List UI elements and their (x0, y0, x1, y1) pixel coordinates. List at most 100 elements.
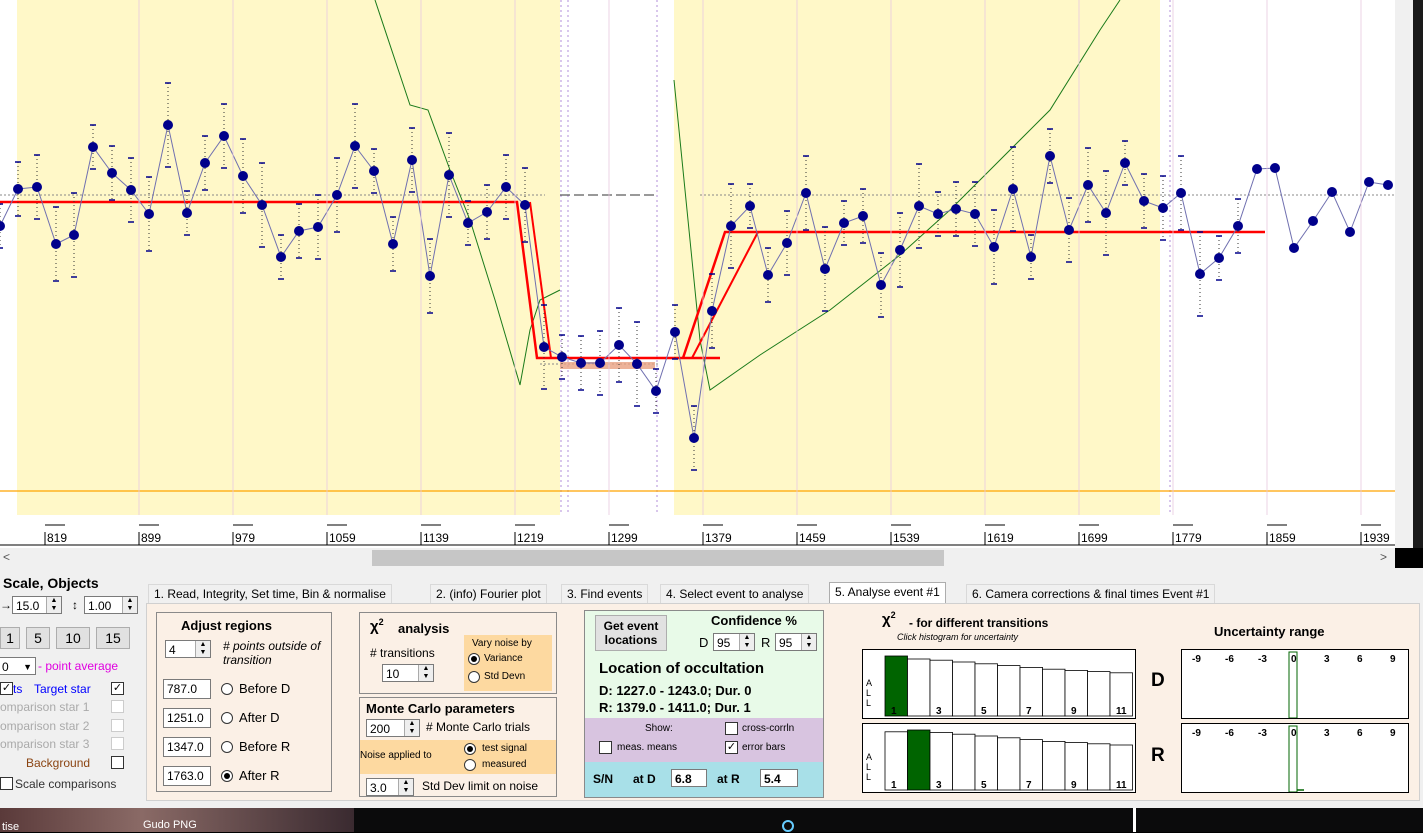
uncertainty-tick-label: 3 (1324, 654, 1330, 665)
tab-fourier[interactable]: 2. (info) Fourier plot (430, 584, 547, 604)
before-r-radio[interactable] (221, 741, 233, 753)
std-dev-limit-input[interactable]: 3.0 ▲ ▼ (366, 778, 414, 796)
histogram-x-label: 3 (936, 780, 942, 791)
histogram-x-label: 7 (1026, 780, 1032, 791)
d-histogram[interactable]: 1 3 5 7 9 11 ALL (862, 649, 1136, 719)
desktop-item-2[interactable]: Gudo PNG (143, 819, 197, 831)
after-d-radio[interactable] (221, 712, 233, 724)
sn-d-value: 6.8 (671, 769, 707, 787)
desktop-item-1[interactable]: tise (2, 821, 19, 833)
tab-find-events[interactable]: 3. Find events (561, 584, 649, 604)
scale-button-1[interactable]: 1 (0, 627, 20, 649)
monte-carlo-trials-label: # Monte Carlo trials (426, 720, 531, 734)
light-curve-plot[interactable]: 819 899 979 1059 1139 1219 1299 1379 1459 1539 161… (0, 0, 1395, 548)
chart-horizontal-scrollbar[interactable]: < > (0, 548, 1395, 568)
confidence-r-label: R (761, 635, 771, 650)
cross-corrln-checkbox[interactable] (725, 722, 738, 735)
scale-button-5[interactable]: 5 (26, 627, 50, 649)
histogram-bar (952, 733, 976, 791)
show-points-checkbox[interactable]: ✓ (0, 682, 13, 695)
x-tick-label: 1939 (1363, 531, 1390, 545)
transitions-spinner[interactable]: ▲ ▼ (418, 665, 433, 681)
scroll-right-arrow[interactable]: > (1380, 550, 1387, 564)
r-all-label: ALL (866, 752, 873, 782)
variance-radio[interactable] (468, 653, 480, 665)
uncertainty-tick-label: 9 (1390, 728, 1396, 739)
d-histogram-bars[interactable]: 1 3 5 7 9 11 (863, 650, 1135, 718)
comparison-star-1-checkbox[interactable] (111, 700, 124, 713)
error-bars-label: error bars (742, 742, 786, 753)
background-checkbox[interactable] (111, 756, 124, 769)
data-point (200, 158, 210, 168)
light-curve-chart[interactable]: 819 899 979 1059 1139 1219 1299 1379 1459 1539 161… (0, 0, 1395, 548)
confidence-d-spinner[interactable]: ▲ ▼ (739, 634, 754, 650)
test-signal-radio[interactable] (464, 743, 476, 755)
x-scale-input[interactable]: 15.0 ▲ ▼ (12, 596, 62, 614)
histogram-bar (1042, 668, 1066, 717)
x-tick-label: 899 (141, 531, 161, 545)
comparison-star-2-checkbox[interactable] (111, 719, 124, 732)
monte-carlo-trials-input[interactable]: 200 ▲ ▼ (366, 719, 420, 737)
std-devn-radio[interactable] (468, 671, 480, 683)
data-point (0, 221, 5, 231)
scale-comparisons-checkbox[interactable] (0, 777, 13, 790)
meas-means-checkbox[interactable] (599, 741, 612, 754)
r-uncertainty-bars: -9 -6 -3 0 3 6 9 (1192, 725, 1396, 792)
r-histogram-bars[interactable]: 1 3 5 7 9 11 (863, 724, 1135, 792)
points-outside-label: # points outside of transition (223, 639, 321, 667)
chi-symbol-icon: χ2 (370, 617, 384, 635)
confidence-r-input[interactable]: 95 ▲ ▼ (775, 633, 817, 651)
point-average-select[interactable]: 0 ▼ (0, 657, 36, 675)
target-star-label: Target star (34, 682, 91, 696)
data-point (444, 170, 454, 180)
confidence-r-spinner[interactable]: ▲ ▼ (801, 634, 816, 650)
data-point (69, 230, 79, 240)
after-d-value[interactable]: 1251.0 (163, 708, 211, 728)
tab-read-integrity[interactable]: 1. Read, Integrity, Set time, Bin & norm… (148, 584, 392, 604)
get-event-locations-button[interactable]: Get event locations (595, 615, 667, 651)
data-point (595, 358, 605, 368)
points-label: ts (13, 682, 23, 696)
data-point (933, 209, 943, 219)
tab-analyse-event[interactable]: 5. Analyse event #1 (829, 582, 946, 604)
std-dev-limit-spinner[interactable]: ▲ ▼ (398, 779, 413, 795)
desktop-strip: tise Gudo PNG (0, 808, 1423, 833)
y-scale-input[interactable]: 1.00 ▲ ▼ (84, 596, 138, 614)
scale-button-10[interactable]: 10 (56, 627, 90, 649)
before-d-radio[interactable] (221, 683, 233, 695)
y-scale-spinner[interactable]: ▲ ▼ (122, 597, 137, 613)
points-outside-spinner[interactable]: ▲ ▼ (195, 641, 210, 657)
scroll-thumb[interactable] (372, 550, 944, 566)
r-histogram[interactable]: 1 3 5 7 9 11 ALL (862, 723, 1136, 793)
points-outside-input[interactable]: 4 ▲ ▼ (165, 640, 211, 658)
data-point (707, 306, 717, 316)
data-point (219, 131, 229, 141)
after-r-radio[interactable] (221, 770, 233, 782)
comparison-star-3-checkbox[interactable] (111, 737, 124, 750)
scale-button-15[interactable]: 15 (96, 627, 130, 649)
target-star-checkbox[interactable]: ✓ (111, 682, 124, 695)
before-r-value[interactable]: 1347.0 (163, 737, 211, 757)
star-target-icon (782, 820, 794, 832)
std-dev-limit-value: 3.0 (370, 781, 387, 795)
data-point (332, 190, 342, 200)
chevron-down-icon: ▼ (23, 662, 32, 672)
transitions-input[interactable]: 10 ▲ ▼ (382, 664, 434, 682)
tab-select-event[interactable]: 4. Select event to analyse (660, 584, 810, 604)
data-point (294, 226, 304, 236)
confidence-r-value: 95 (779, 636, 793, 650)
histogram-x-label: 5 (981, 706, 987, 717)
confidence-d-input[interactable]: 95 ▲ ▼ (713, 633, 755, 651)
show-label: Show: (645, 723, 673, 734)
before-d-value[interactable]: 787.0 (163, 679, 211, 699)
x-tick-label: 1299 (611, 531, 638, 545)
x-scale-spinner[interactable]: ▲ ▼ (46, 597, 61, 613)
adjust-regions-group: Adjust regions 4 ▲ ▼ # points outside of t… (156, 612, 332, 792)
monte-carlo-trials-spinner[interactable]: ▲ ▼ (404, 720, 419, 736)
scroll-left-arrow[interactable]: < (3, 550, 10, 564)
tab-camera-corrections[interactable]: 6. Camera corrections & final times Even… (966, 584, 1216, 604)
after-r-value[interactable]: 1763.0 (163, 766, 211, 786)
measured-radio[interactable] (464, 759, 476, 771)
data-point (520, 200, 530, 210)
error-bars-checkbox[interactable]: ✓ (725, 741, 738, 754)
